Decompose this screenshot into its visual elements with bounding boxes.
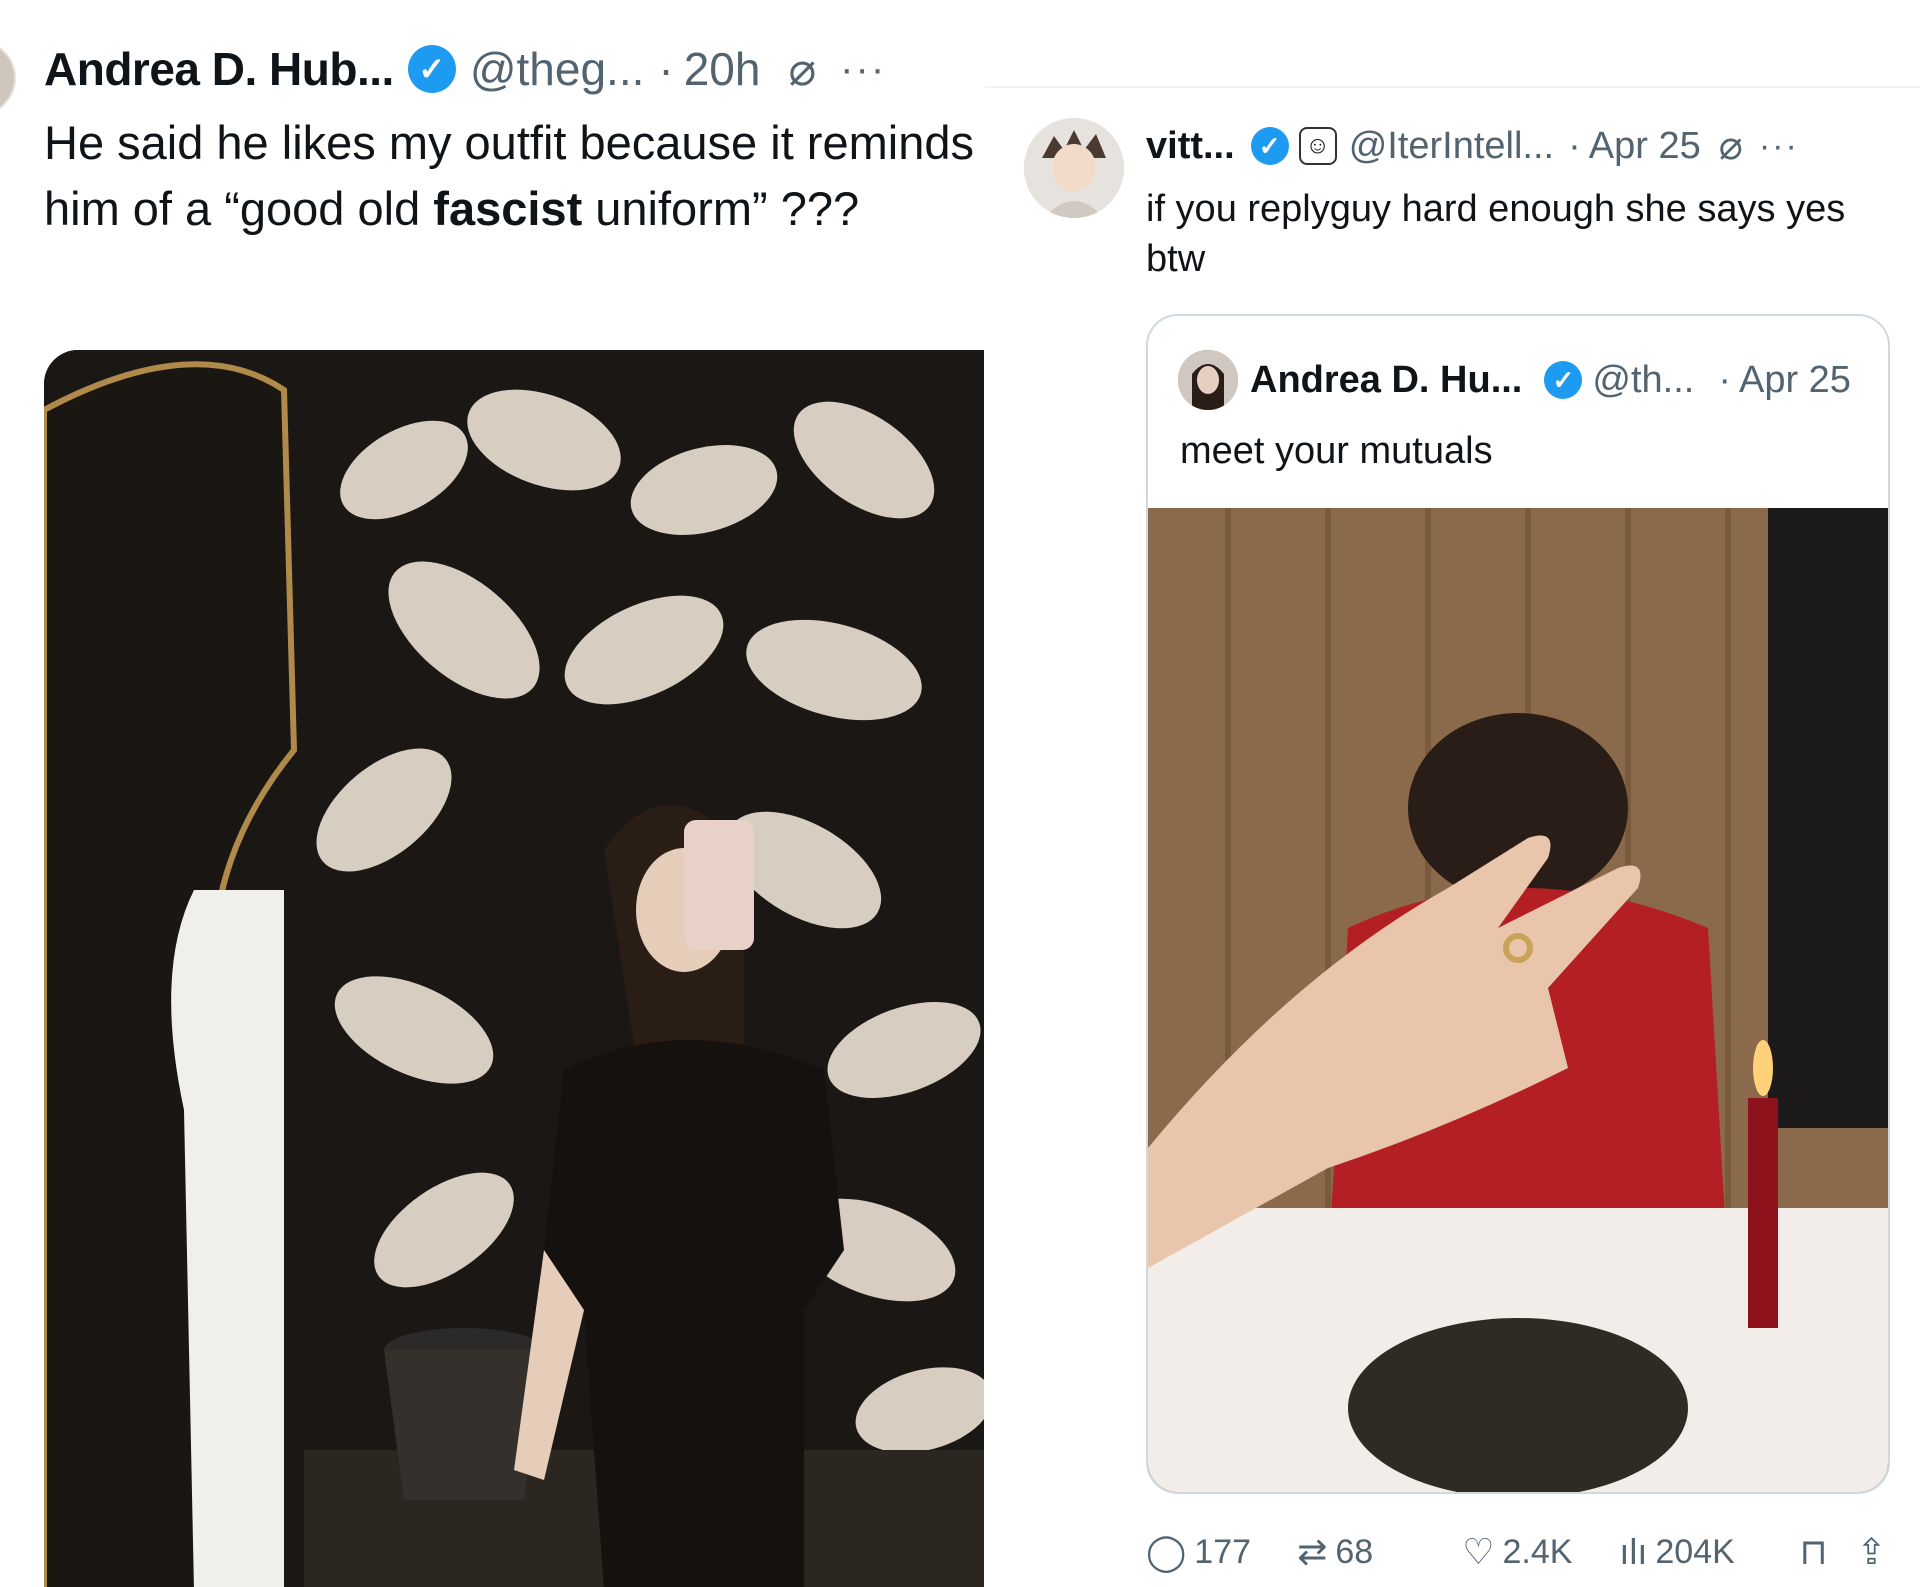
quoted-tweet-card[interactable]: Andrea D. Hu... ✓ @th... · Apr 25 meet y…: [1146, 314, 1890, 1494]
bookmark-button[interactable]: ⊓: [1786, 1531, 1849, 1573]
heart-icon: ♡: [1462, 1531, 1495, 1572]
right-tweet-avatar[interactable]: [1024, 118, 1124, 218]
reply-bubble-icon: ◯: [1146, 1531, 1187, 1572]
like-button[interactable]: ♡ 2.4K: [1462, 1531, 1609, 1573]
left-tweet-avatar[interactable]: [0, 40, 16, 116]
quoted-tweet-handle: @th...: [1592, 358, 1695, 401]
tweet-action-bar: ◯ 177 ⇄ 68 ♡ 2.4K ılı 204K ⊓ ⇪: [1146, 1524, 1902, 1580]
verified-check-icon: ✓: [1544, 361, 1583, 399]
left-tweet-handle[interactable]: @theg...: [470, 42, 645, 96]
quoted-tweet-avatar: [1178, 350, 1238, 410]
views-chart-icon: ılı: [1619, 1531, 1648, 1572]
like-count: 2.4K: [1502, 1532, 1573, 1571]
quoted-tweet-author-name: Andrea D. Hu...: [1250, 358, 1523, 401]
separator-dot: ·: [1718, 358, 1731, 401]
more-dots-icon[interactable]: ···: [840, 47, 886, 92]
reply-count: 177: [1194, 1532, 1252, 1571]
verified-check-icon: ✓: [407, 45, 456, 93]
engagement-ring-image: [1148, 508, 1888, 1492]
share-button[interactable]: ⇪: [1849, 1531, 1902, 1573]
repost-button[interactable]: ⇄ 68: [1297, 1531, 1454, 1573]
left-tweet-photo[interactable]: [44, 350, 984, 1587]
left-tweet-timestamp[interactable]: 20h: [684, 42, 761, 96]
right-tweet-timestamp[interactable]: Apr 25: [1589, 125, 1701, 168]
share-icon: ⇪: [1856, 1531, 1887, 1572]
reply-button[interactable]: ◯ 177: [1146, 1531, 1293, 1573]
right-tweet-author-name[interactable]: vitt...: [1146, 125, 1235, 168]
left-tweet-author-name[interactable]: Andrea D. Hub...: [44, 42, 394, 96]
view-count: 204K: [1655, 1532, 1735, 1571]
right-tweet-text: if you replyguy hard enough she says yes…: [1146, 188, 1846, 280]
verified-check-icon: ✓: [1250, 127, 1289, 165]
repost-count: 68: [1335, 1532, 1374, 1571]
quoted-tweet-header: Andrea D. Hu... ✓ @th... · Apr 25: [1178, 350, 1851, 410]
left-tweet-text: He said he likes my outfit because it re…: [44, 110, 974, 242]
left-tweet-text-part2: uniform” ???: [582, 182, 860, 235]
grok-slash-icon[interactable]: ⌀: [788, 42, 816, 96]
separator-dot: ·: [658, 43, 674, 95]
quoted-tweet-text: meet your mutuals: [1180, 430, 1493, 472]
more-dots-icon[interactable]: ···: [1759, 127, 1799, 166]
quoted-tweet-timestamp: Apr 25: [1738, 358, 1851, 401]
right-tweet-header: vitt... ✓ ☺ @IterIntell... · Apr 25 ⌀ ··…: [1146, 118, 1799, 174]
affiliation-badge-icon[interactable]: ☺: [1298, 127, 1337, 165]
left-tweet-text-bold: fascist: [433, 182, 583, 235]
separator-dot: ·: [1568, 124, 1581, 167]
bookmark-icon: ⊓: [1799, 1531, 1828, 1572]
grok-slash-icon[interactable]: ⌀: [1719, 123, 1743, 169]
quoted-tweet-photo[interactable]: [1148, 508, 1888, 1492]
left-tweet-header: Andrea D. Hub... ✓ @theg... · 20h ⌀ ···: [44, 38, 886, 100]
thread-divider: [985, 86, 1920, 88]
avatar-image: [1178, 350, 1238, 410]
repost-arrows-icon: ⇄: [1297, 1531, 1328, 1572]
mirror-selfie-image: [44, 350, 984, 1587]
anime-avatar-image: [1024, 118, 1124, 218]
views-button[interactable]: ılı 204K: [1619, 1531, 1786, 1573]
right-tweet-handle[interactable]: @IterIntell...: [1349, 125, 1554, 168]
